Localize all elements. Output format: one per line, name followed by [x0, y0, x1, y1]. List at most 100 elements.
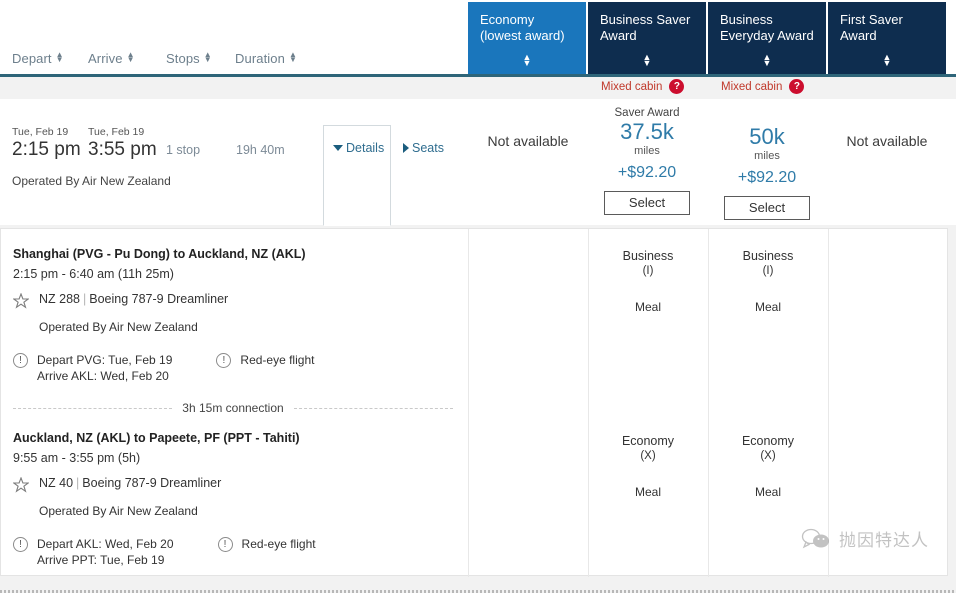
seats-toggle[interactable]: Seats [403, 141, 444, 155]
tab-line2: Everyday Award [720, 28, 814, 43]
mixed-cabin-note-1: Mixed cabin? [721, 79, 805, 94]
select-button[interactable]: Select [724, 196, 810, 220]
sort-arrows-icon: ▲ ▼ [762, 52, 772, 68]
note-line1: Red-eye flight [240, 353, 315, 367]
segment-note: ! Depart AKL: Wed, Feb 20 Arrive PPT: Tue,… [13, 536, 174, 568]
header-rule [0, 74, 956, 77]
help-icon[interactable]: ? [789, 79, 805, 94]
tab-line2: (lowest award) [480, 28, 565, 43]
not-available-label: Not available [487, 133, 569, 149]
total-duration: 19h 40m [236, 143, 285, 157]
details-toggle[interactable]: Details [333, 141, 384, 155]
sort-label: Arrive [88, 50, 123, 66]
wechat-icon [801, 528, 829, 548]
flight-number: NZ 40 [39, 476, 74, 490]
cabin-tab-3[interactable]: First Saver Award ▲ ▼ [828, 2, 946, 74]
info-icon: ! [13, 353, 28, 368]
sort-arrows-icon: ▲ ▼ [126, 50, 135, 64]
booking-code: (X) [640, 450, 656, 462]
chevron-right-icon [403, 143, 409, 153]
not-available-label: Not available [846, 133, 928, 149]
cabin-tab-0[interactable]: Economy (lowest award) ▲ ▼ [468, 2, 586, 74]
segment-times: 9:55 am - 3:55 pm (5h) [13, 451, 141, 465]
note-line1: Red-eye flight [241, 537, 316, 551]
sort-depart[interactable]: Depart ▲ ▼ [12, 51, 64, 66]
cabin-tab-strip: Economy (lowest award) ▲ ▼ Business Saver Awa… [468, 2, 946, 74]
tab-line1: Economy [480, 12, 535, 27]
note-line1: Depart AKL: Wed, Feb 20 [37, 537, 174, 551]
connection-dash-left [13, 407, 173, 409]
cash-amount: +$92.20 [737, 169, 797, 186]
details-label: Details [346, 141, 385, 155]
meal-service: Meal [754, 485, 781, 499]
cabin-class: Economy [741, 434, 795, 448]
note-line2: Arrive AKL: Wed, Feb 20 [37, 369, 169, 383]
mixed-cabin-label: Mixed cabin [721, 80, 783, 93]
connection-dash-right [293, 407, 453, 409]
flight-segment-1: Auckland, NZ (AKL) to Papeete, PF (PPT -… [12, 431, 453, 568]
arrive-date: Tue, Feb 19 [88, 126, 145, 138]
flight-number: NZ 288 [39, 292, 80, 306]
summary-operated-by: Operated By Air New Zealand [12, 174, 171, 188]
connection-row: 3h 15m connection [13, 401, 453, 415]
depart-time: 2:15 pm [12, 139, 81, 160]
stops-count: 1 stop [166, 143, 201, 157]
connection-label: 3h 15m connection [182, 401, 284, 415]
segment-note: ! Red-eye flight [217, 536, 316, 568]
cabin-cell-0-1: Business (I) Meal [708, 249, 828, 314]
fare-column-business-everyday: 50k miles +$92.20 Select [707, 99, 827, 220]
arrive-time: 3:55 pm [88, 139, 157, 160]
cabin-class: Business [622, 249, 674, 263]
segment-note: ! Depart PVG: Tue, Feb 19 Arrive AKL: Wed,… [13, 352, 172, 384]
cabin-cell-1-0: Economy (X) Meal [588, 434, 708, 499]
mixed-cabin-label: Mixed cabin [601, 80, 663, 93]
award-type-label: Saver Award [614, 107, 680, 119]
award-type-label [707, 107, 827, 124]
sort-arrive[interactable]: Arrive ▲ ▼ [88, 51, 134, 66]
segment-operated-by: Operated By Air New Zealand [39, 320, 198, 334]
miles-amount: 50k [749, 124, 785, 149]
sort-arrows-icon: ▲ ▼ [882, 52, 892, 68]
award-search-results: Depart ▲ ▼ Arrive ▲ ▼ Stops ▲ ▼ Duration ▲ ▼ Econom… [0, 0, 956, 593]
cabin-cell-0-0: Business (I) Meal [588, 249, 708, 314]
cabin-class: Economy [621, 434, 675, 448]
sort-stops[interactable]: Stops ▲ ▼ [166, 51, 212, 66]
mixed-cabin-note-0: Mixed cabin? [601, 79, 685, 94]
flight-details-panel: Shanghai (PVG - Pu Dong) to Auckland, NZ… [0, 228, 948, 577]
chevron-down-icon [333, 145, 343, 151]
help-icon[interactable]: ? [669, 79, 685, 94]
booking-code: (I) [762, 265, 774, 277]
select-button[interactable]: Select [604, 191, 690, 215]
segment-note: ! Red-eye flight [216, 352, 314, 384]
note-line2: Arrive PPT: Tue, Feb 19 [37, 553, 165, 567]
sort-label: Stops [166, 50, 200, 66]
aircraft-type: Boeing 787-9 Dreamliner [82, 476, 222, 490]
booking-code: (X) [760, 450, 776, 462]
star-alliance-icon [12, 292, 30, 309]
miles-unit: miles [634, 145, 660, 157]
tab-line2: Award [600, 28, 637, 43]
results-header: Depart ▲ ▼ Arrive ▲ ▼ Stops ▲ ▼ Duration ▲ ▼ Econom… [0, 0, 956, 77]
sort-label: Duration [235, 50, 285, 66]
star-alliance-icon [12, 476, 30, 493]
flight-segment-0: Shanghai (PVG - Pu Dong) to Auckland, NZ… [12, 247, 453, 384]
meal-service: Meal [634, 300, 661, 314]
cabin-tab-2[interactable]: Business Everyday Award ▲ ▼ [708, 2, 826, 74]
fare-column-economy: Not available [468, 99, 588, 149]
cabin-cell-1-1: Economy (X) Meal [708, 434, 828, 499]
segment-route: Shanghai (PVG - Pu Dong) to Auckland, NZ… [13, 247, 306, 261]
segment-operated-by: Operated By Air New Zealand [39, 504, 198, 518]
cash-amount: +$92.20 [617, 164, 677, 181]
cabin-tab-1[interactable]: Business Saver Award ▲ ▼ [588, 2, 706, 74]
sort-arrows-icon: ▲ ▼ [203, 50, 212, 64]
info-icon: ! [216, 353, 232, 368]
tab-line1: Business Saver [600, 12, 691, 27]
sort-duration[interactable]: Duration ▲ ▼ [235, 51, 297, 66]
watermark: 抛因特达人 [801, 526, 929, 551]
meal-service: Meal [754, 300, 781, 314]
info-icon: ! [13, 537, 28, 552]
aircraft-type: Boeing 787-9 Dreamliner [89, 292, 229, 306]
note-line1: Depart PVG: Tue, Feb 19 [37, 353, 173, 367]
sort-label: Depart [12, 50, 52, 66]
seats-label: Seats [412, 141, 444, 155]
